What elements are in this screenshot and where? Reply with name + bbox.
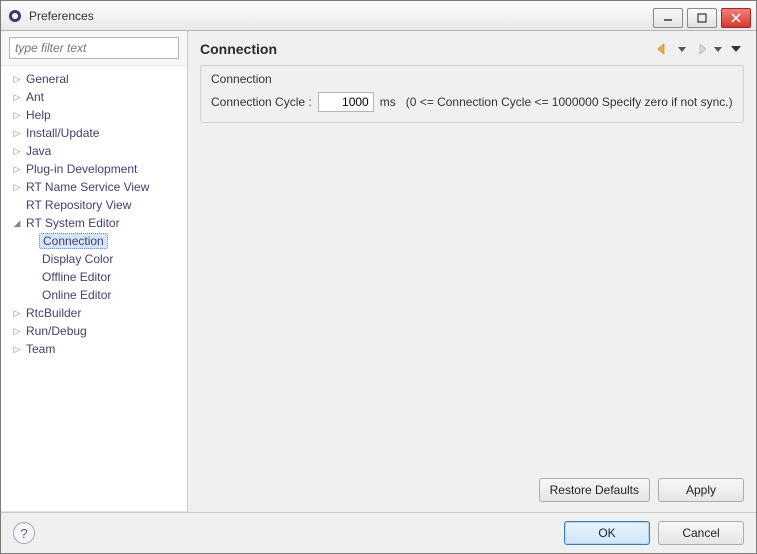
tree-item-label: Run/Debug xyxy=(23,324,90,338)
close-button[interactable] xyxy=(721,8,751,28)
tree-item-label: Ant xyxy=(23,90,47,104)
preferences-tree[interactable]: ▷General▷Ant▷Help▷Install/Update▷Java▷Pl… xyxy=(1,65,187,512)
tree-item-label: Java xyxy=(23,144,54,158)
arrow-collapsed-icon: ▷ xyxy=(11,164,23,175)
tree-item-general[interactable]: ▷General xyxy=(5,70,187,88)
arrow-expanded-icon: ◢ xyxy=(11,218,23,229)
help-icon[interactable]: ? xyxy=(13,522,35,544)
cancel-button[interactable]: Cancel xyxy=(658,521,744,545)
preferences-window: Preferences ▷General▷Ant▷Help▷Install/Up… xyxy=(0,0,757,554)
arrow-collapsed-icon: ▷ xyxy=(11,92,23,103)
filter-input[interactable] xyxy=(9,37,179,59)
arrow-collapsed-icon: ▷ xyxy=(11,326,23,337)
back-menu-icon[interactable] xyxy=(674,41,690,57)
app-icon xyxy=(7,8,23,24)
page-buttons: Restore Defaults Apply xyxy=(188,470,756,512)
page-title: Connection xyxy=(200,41,656,57)
tree-item-rt-repository-view[interactable]: RT Repository View xyxy=(5,196,187,214)
tree-item-label: Plug-in Development xyxy=(23,162,140,176)
tree-item-label: RT Name Service View xyxy=(23,180,152,194)
tree-item-install-update[interactable]: ▷Install/Update xyxy=(5,124,187,142)
sidebar: ▷General▷Ant▷Help▷Install/Update▷Java▷Pl… xyxy=(1,31,188,512)
tree-item-label: RtcBuilder xyxy=(23,306,84,320)
arrow-collapsed-icon: ▷ xyxy=(11,308,23,319)
titlebar: Preferences xyxy=(1,1,756,31)
arrow-collapsed-icon: ▷ xyxy=(11,110,23,121)
connection-cycle-label: Connection Cycle : xyxy=(211,95,312,109)
tree-item-label: Online Editor xyxy=(39,288,114,302)
arrow-collapsed-icon: ▷ xyxy=(11,74,23,85)
restore-defaults-button[interactable]: Restore Defaults xyxy=(539,478,650,502)
tree-item-label: Help xyxy=(23,108,54,122)
view-menu-icon[interactable] xyxy=(728,41,744,57)
apply-button[interactable]: Apply xyxy=(658,478,744,502)
footer: ? OK Cancel xyxy=(1,512,756,553)
tree-item-label: Install/Update xyxy=(23,126,102,140)
tree-item-label: RT System Editor xyxy=(23,216,123,230)
maximize-button[interactable] xyxy=(687,8,717,28)
window-controls xyxy=(651,4,756,28)
tree-item-java[interactable]: ▷Java xyxy=(5,142,187,160)
group-title: Connection xyxy=(211,66,733,92)
tree-item-help[interactable]: ▷Help xyxy=(5,106,187,124)
tree-item-online-editor[interactable]: Online Editor xyxy=(5,286,187,304)
connection-cycle-unit: ms xyxy=(380,95,396,109)
connection-cycle-input[interactable] xyxy=(318,92,374,112)
tree-item-rt-name-service-view[interactable]: ▷RT Name Service View xyxy=(5,178,187,196)
forward-menu-icon[interactable] xyxy=(710,41,726,57)
arrow-collapsed-icon: ▷ xyxy=(11,344,23,355)
page-toolbar xyxy=(656,41,744,57)
arrow-collapsed-icon: ▷ xyxy=(11,128,23,139)
footer-buttons: OK Cancel xyxy=(564,521,744,545)
tree-item-team[interactable]: ▷Team xyxy=(5,340,187,358)
tree-item-display-color[interactable]: Display Color xyxy=(5,250,187,268)
connection-cycle-hint: (0 <= Connection Cycle <= 1000000 Specif… xyxy=(406,95,733,109)
forward-icon[interactable] xyxy=(692,41,708,57)
connection-cycle-row: Connection Cycle : ms (0 <= Connection C… xyxy=(211,92,733,112)
tree-item-ant[interactable]: ▷Ant xyxy=(5,88,187,106)
main-panel: Connection xyxy=(188,31,756,512)
tree-item-label: Display Color xyxy=(39,252,116,266)
window-title: Preferences xyxy=(29,9,651,23)
tree-item-run-debug[interactable]: ▷Run/Debug xyxy=(5,322,187,340)
page-header: Connection xyxy=(188,31,756,65)
filter-box xyxy=(9,37,179,59)
ok-button[interactable]: OK xyxy=(564,521,650,545)
tree-item-label: Offline Editor xyxy=(39,270,114,284)
arrow-collapsed-icon: ▷ xyxy=(11,146,23,157)
tree-item-label: Team xyxy=(23,342,58,356)
tree-item-label: Connection xyxy=(39,233,108,249)
tree-item-label: General xyxy=(23,72,72,86)
minimize-button[interactable] xyxy=(653,8,683,28)
tree-item-offline-editor[interactable]: Offline Editor xyxy=(5,268,187,286)
tree-item-rtcbuilder[interactable]: ▷RtcBuilder xyxy=(5,304,187,322)
tree-item-rt-system-editor[interactable]: ◢RT System Editor xyxy=(5,214,187,232)
tree-item-plug-in-development[interactable]: ▷Plug-in Development xyxy=(5,160,187,178)
connection-group: Connection Connection Cycle : ms (0 <= C… xyxy=(200,65,744,123)
tree-item-connection[interactable]: Connection xyxy=(5,232,187,250)
arrow-collapsed-icon: ▷ xyxy=(11,182,23,193)
back-icon[interactable] xyxy=(656,41,672,57)
tree-item-label: RT Repository View xyxy=(23,198,134,212)
